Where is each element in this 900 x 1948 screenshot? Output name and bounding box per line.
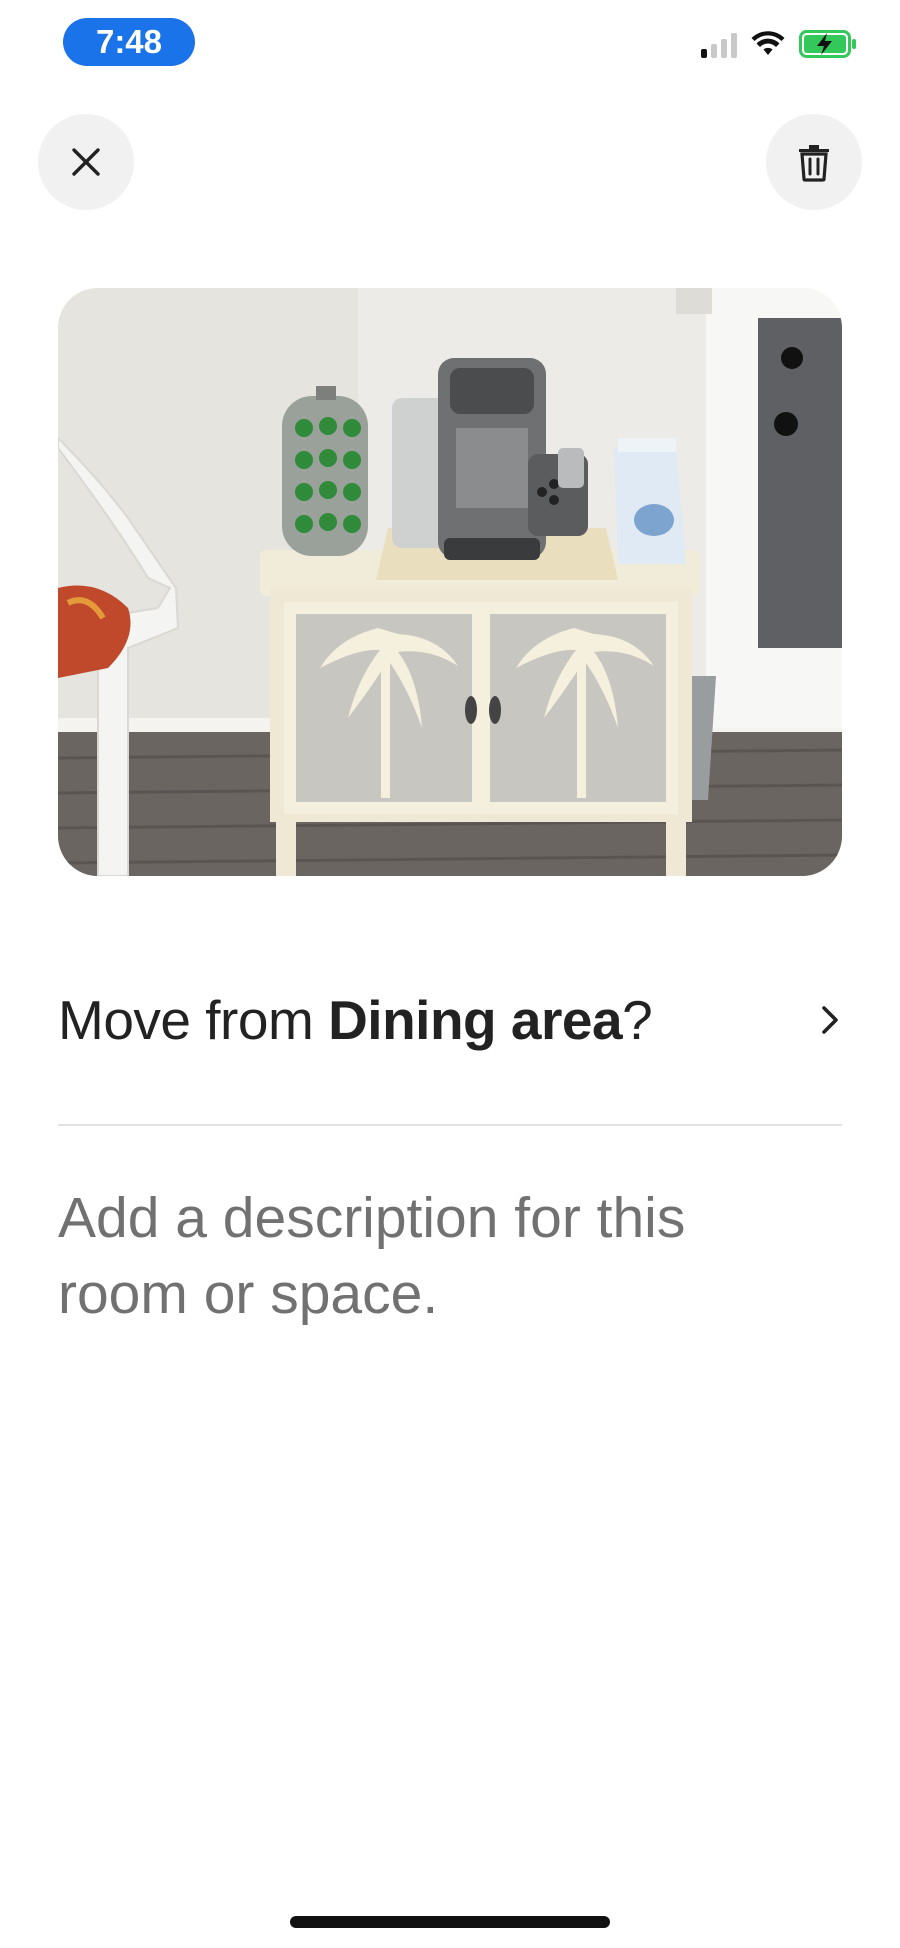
status-time: 7:48	[63, 18, 195, 66]
wifi-icon	[751, 31, 785, 55]
cellular-signal-icon	[701, 30, 737, 58]
delete-button[interactable]	[766, 114, 862, 210]
description-input[interactable]: Add a description for this room or space…	[58, 1180, 798, 1332]
battery-charging-icon	[799, 30, 856, 58]
divider	[58, 1124, 842, 1126]
trash-icon	[799, 145, 829, 182]
room-photo[interactable]	[58, 288, 842, 876]
current-room-name: Dining area	[328, 989, 623, 1051]
home-indicator[interactable]	[290, 1916, 610, 1928]
move-room-label: Move from Dining area?	[58, 988, 653, 1052]
move-prefix: Move from	[58, 989, 329, 1051]
close-icon	[72, 148, 100, 176]
chevron-right-icon	[822, 1006, 838, 1034]
status-icons	[701, 30, 857, 58]
coffee-station-image	[58, 288, 842, 876]
move-room-row[interactable]: Move from Dining area?	[58, 980, 842, 1060]
move-suffix: ?	[622, 989, 653, 1051]
close-button[interactable]	[38, 114, 134, 210]
